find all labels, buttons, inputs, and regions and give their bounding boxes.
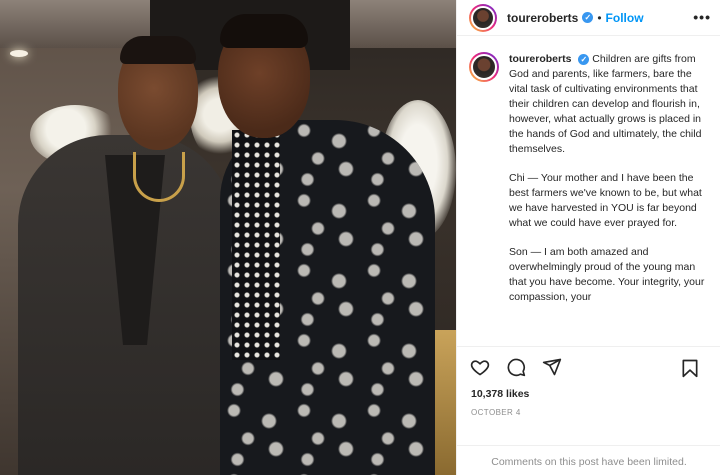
like-button[interactable] xyxy=(467,354,493,380)
caption-avatar[interactable] xyxy=(469,52,499,82)
post-photo[interactable] xyxy=(0,0,456,475)
header-separator: • xyxy=(597,10,602,25)
comment-button[interactable] xyxy=(503,354,529,380)
verified-badge-icon: ✓ xyxy=(578,54,590,65)
save-button[interactable] xyxy=(677,355,703,381)
follow-button[interactable]: Follow xyxy=(606,11,644,25)
person-right-hair xyxy=(220,14,308,48)
comment-icon xyxy=(507,358,526,376)
person-right-polka-shirt xyxy=(232,130,280,360)
post-header: toureroberts ✓ • Follow ••• xyxy=(457,0,720,36)
verified-badge-icon: ✓ xyxy=(582,12,594,23)
caption-intro: Children are gifts from God and parents,… xyxy=(509,53,702,155)
bookmark-icon xyxy=(682,359,698,378)
ceiling-light xyxy=(10,50,28,57)
avatar[interactable] xyxy=(469,3,497,32)
caption-paragraph-3: Son — I am both amazed and overwhelmingl… xyxy=(509,246,705,303)
likes-count[interactable]: 10,378 likes xyxy=(471,388,529,400)
share-icon xyxy=(542,358,562,375)
gold-chain xyxy=(133,152,185,202)
person-left-hair xyxy=(120,36,196,64)
heart-icon xyxy=(470,359,490,375)
caption-first-row: toureroberts ✓ Children are gifts from G… xyxy=(469,52,711,157)
caption-area[interactable]: toureroberts ✓ Children are gifts from G… xyxy=(457,46,720,346)
more-options-icon[interactable]: ••• xyxy=(693,9,711,25)
action-bar xyxy=(457,346,720,386)
header-username[interactable]: toureroberts xyxy=(507,11,578,25)
comments-limited-notice: Comments on this post have been limited. xyxy=(457,445,720,475)
post-sidebar: toureroberts ✓ • Follow ••• toureroberts… xyxy=(456,0,720,475)
caption-text: toureroberts ✓ Children are gifts from G… xyxy=(509,52,711,157)
caption-username[interactable]: toureroberts xyxy=(509,53,571,65)
caption-paragraph-2: Chi — Your mother and I have been the be… xyxy=(509,172,702,229)
share-button[interactable] xyxy=(539,354,565,380)
post-date[interactable]: OCTOBER 4 xyxy=(471,408,521,417)
